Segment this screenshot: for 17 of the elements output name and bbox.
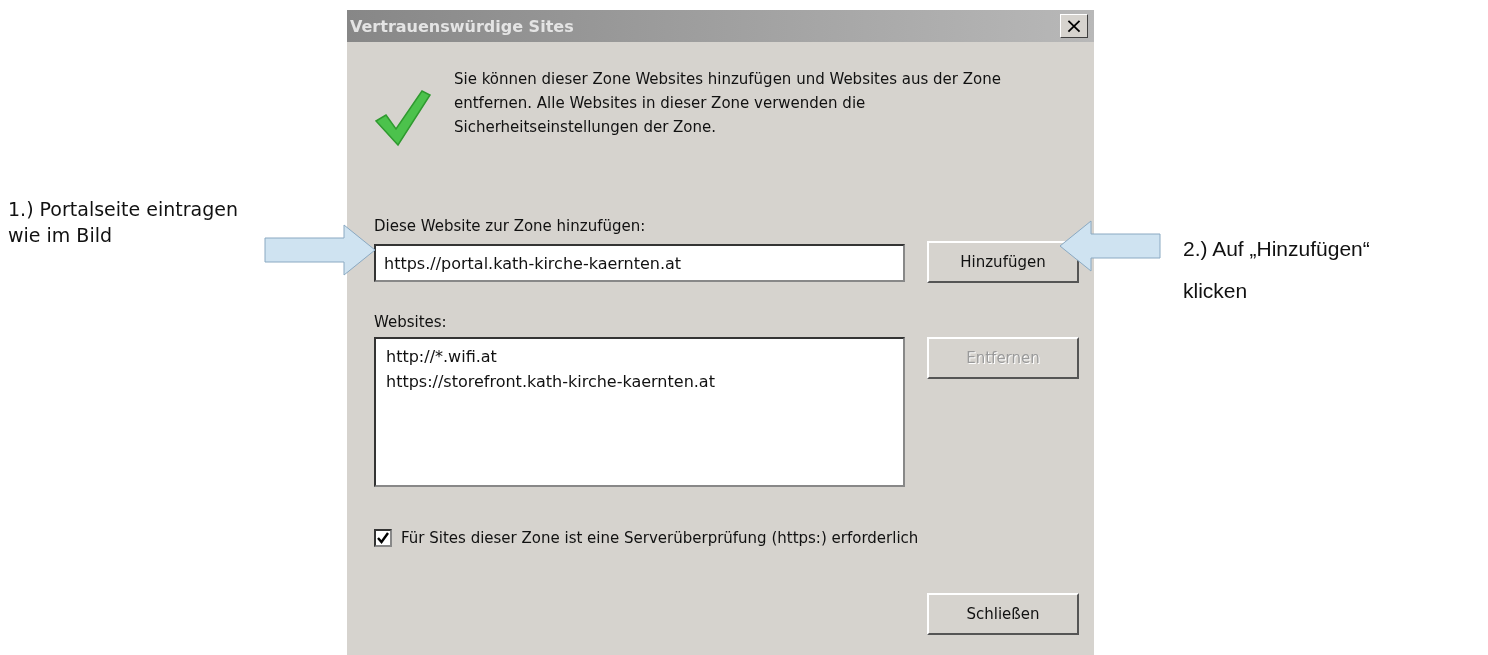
annotation-text: 1.) Portalseite eintragen: [8, 198, 239, 220]
checkmark-icon: [374, 87, 432, 147]
annotation-text: 2.) Auf „Hinzufügen“: [1183, 237, 1371, 261]
annotation-text: klicken: [1183, 279, 1249, 303]
website-item[interactable]: http://*.wifi.at: [386, 347, 893, 366]
website-item[interactable]: https://storefront.kath-kirche-kaernten.at: [386, 372, 893, 391]
annotation-text: wie im Bild: [8, 224, 114, 246]
window-title: Vertrauenswürdige Sites: [350, 16, 574, 36]
add-site-label: Diese Website zur Zone hinzufügen:: [374, 217, 647, 235]
url-input-field[interactable]: https.//portal.kath-kirche-kaernten.at: [374, 244, 905, 282]
close-button[interactable]: ×: [1060, 14, 1088, 38]
websites-label: Websites:: [374, 313, 448, 331]
add-button[interactable]: Hinzufügen: [927, 241, 1079, 283]
checkbox-label: Für Sites dieser Zone ist eine Serverüberprüfung (https:) erforderlich: [401, 529, 919, 547]
description-text: Sie können dieser Zone Websites hinzufügen und Websites aus der Zone entfernen. Alle Websites in dieser Zone verwenden die Sicherheitseinstellungen der Zone.: [454, 69, 1002, 138]
checkbox[interactable]: [374, 529, 392, 547]
close-dialog-button[interactable]: Schließen: [927, 593, 1079, 635]
